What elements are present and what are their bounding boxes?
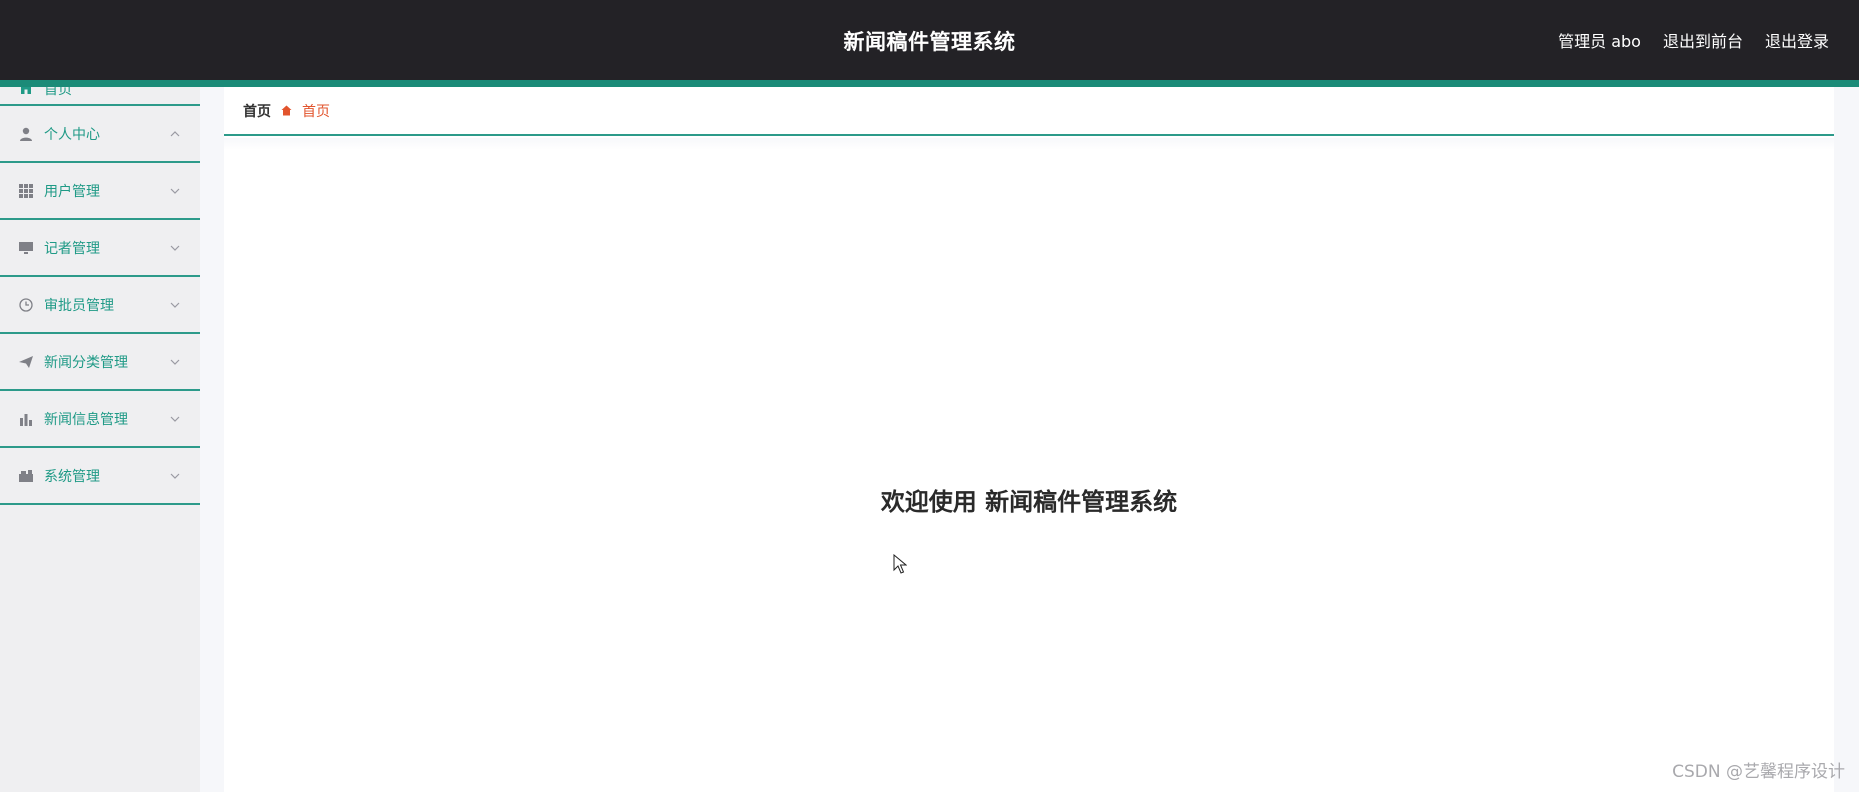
breadcrumb-current: 首页 (302, 103, 330, 120)
sidebar-item-label: 首页 (44, 87, 72, 98)
sidebar-item-label: 用户管理 (44, 183, 100, 200)
sidebar-item-label: 个人中心 (44, 126, 100, 143)
logout-link[interactable]: 退出登录 (1765, 28, 1829, 52)
chevron-down-icon (170, 471, 180, 481)
current-user-label: 管理员 abo (1558, 32, 1641, 51)
grid-icon (18, 183, 34, 199)
user-icon (18, 126, 34, 142)
top-header: 新闻稿件管理系统 管理员 abo 退出到前台 退出登录 (0, 0, 1859, 80)
sidebar: 首页 个人中心 用户管理 记者管理 审批员管理 新闻分类管理 新闻信息管理 系统… (0, 87, 200, 792)
sidebar-item-label: 新闻分类管理 (44, 354, 128, 371)
sidebar-item-user-management[interactable]: 用户管理 (0, 163, 200, 220)
header-accent-bar (0, 80, 1859, 87)
sidebar-item-personal-center[interactable]: 个人中心 (0, 106, 200, 163)
monitor-icon (18, 240, 34, 256)
chevron-down-icon (170, 357, 180, 367)
sidebar-item-home[interactable]: 首页 (0, 87, 200, 106)
sidebar-item-label: 记者管理 (44, 240, 100, 257)
watermark: CSDN @艺馨程序设计 (1672, 762, 1845, 782)
bar-chart-icon (18, 411, 34, 427)
sidebar-item-label: 新闻信息管理 (44, 411, 128, 428)
breadcrumb-root[interactable]: 首页 (243, 101, 271, 121)
content-area: 欢迎使用 新闻稿件管理系统 (224, 138, 1834, 792)
header-actions: 管理员 abo 退出到前台 退出登录 (1558, 28, 1829, 52)
send-icon (18, 354, 34, 370)
sidebar-item-label: 审批员管理 (44, 297, 114, 314)
sidebar-item-news-info-management[interactable]: 新闻信息管理 (0, 391, 200, 448)
sidebar-item-news-category-management[interactable]: 新闻分类管理 (0, 334, 200, 391)
chevron-down-icon (170, 414, 180, 424)
main-content: 首页 首页 欢迎使用 新闻稿件管理系统 (224, 87, 1834, 792)
chevron-up-icon (170, 129, 180, 139)
sidebar-item-approver-management[interactable]: 审批员管理 (0, 277, 200, 334)
mouse-cursor-icon (893, 553, 908, 574)
to-front-link[interactable]: 退出到前台 (1663, 28, 1743, 52)
chevron-down-icon (170, 243, 180, 253)
clock-icon (18, 297, 34, 313)
breadcrumb: 首页 首页 (224, 87, 1834, 136)
chevron-down-icon (170, 186, 180, 196)
welcome-message: 欢迎使用 新闻稿件管理系统 (880, 488, 1178, 516)
home-icon (281, 105, 292, 116)
briefcase-icon (18, 468, 34, 484)
sidebar-item-label: 系统管理 (44, 468, 100, 485)
sidebar-item-reporter-management[interactable]: 记者管理 (0, 220, 200, 277)
app-root: 新闻稿件管理系统 管理员 abo 退出到前台 退出登录 首页 个人中心 用户管理… (0, 0, 1859, 792)
chevron-down-icon (170, 300, 180, 310)
home-icon (18, 87, 34, 95)
sidebar-item-system-management[interactable]: 系统管理 (0, 448, 200, 505)
